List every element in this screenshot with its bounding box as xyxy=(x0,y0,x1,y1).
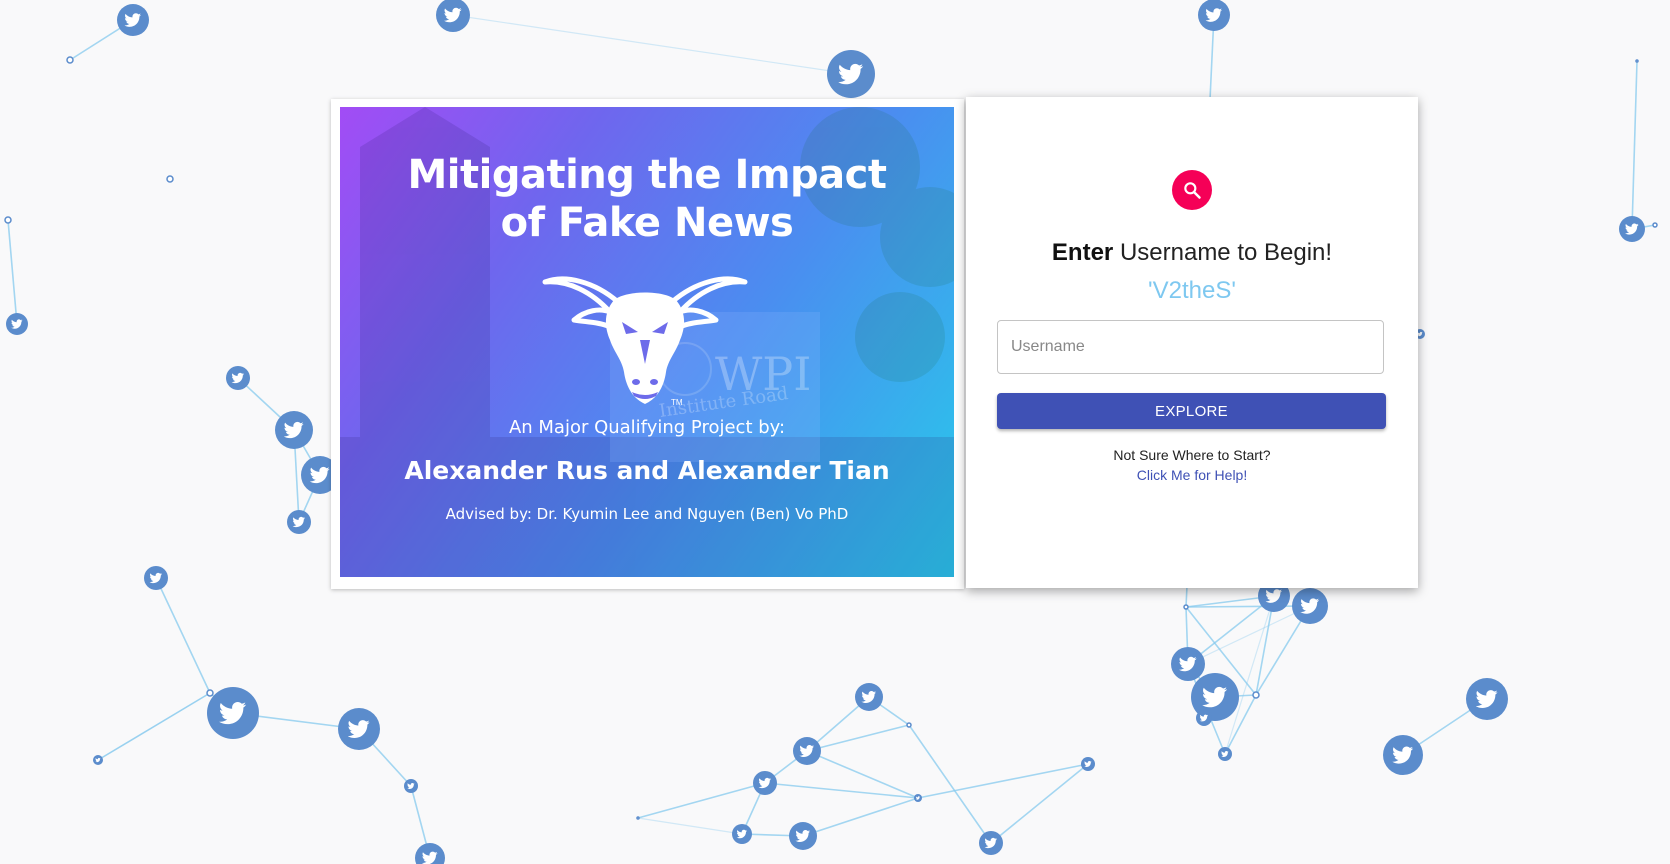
twitter-bird-icon xyxy=(404,779,418,793)
twitter-bird-icon xyxy=(1292,588,1328,624)
network-edge xyxy=(97,692,211,761)
twitter-bird-icon xyxy=(789,822,817,850)
twitter-bird-icon xyxy=(827,50,875,98)
search-icon xyxy=(1184,182,1201,199)
poster-subtitle: An Major Qualifying Project by: xyxy=(508,417,786,438)
twitter-bird-icon xyxy=(117,4,149,36)
twitter-bird-icon xyxy=(93,755,103,765)
suggested-username: 'V2theS' xyxy=(1148,277,1236,304)
project-poster-card: WPI Institute Road Mitigating the Impact… xyxy=(331,99,964,589)
twitter-bird-icon xyxy=(1252,691,1260,699)
network-edge xyxy=(155,577,211,694)
poster-title-line-1: Mitigating the Impact xyxy=(407,152,887,198)
twitter-bird-icon xyxy=(793,737,821,765)
network-edge xyxy=(452,14,852,75)
twitter-bird-icon xyxy=(732,824,752,844)
twitter-bird-icon xyxy=(144,566,168,590)
explore-button[interactable]: EXPLORE xyxy=(997,393,1386,429)
network-edge xyxy=(908,724,992,844)
twitter-bird-icon xyxy=(338,708,380,750)
twitter-bird-icon xyxy=(415,843,445,864)
heading-bold-word: Enter xyxy=(1051,239,1114,266)
twitter-bird-icon xyxy=(914,794,922,802)
network-edge xyxy=(1631,60,1638,230)
twitter-bird-icon xyxy=(275,411,313,449)
twitter-bird-icon xyxy=(1619,216,1645,242)
network-edge xyxy=(1224,595,1275,755)
twitter-bird-icon xyxy=(1198,0,1230,31)
twitter-bird-icon xyxy=(436,0,470,32)
twitter-bird-icon xyxy=(207,687,259,739)
twitter-bird-icon xyxy=(979,831,1003,855)
network-edge xyxy=(637,817,743,835)
search-avatar xyxy=(1172,170,1212,210)
poster-authors: Alexander Rus and Alexander Tian xyxy=(404,456,890,485)
twitter-bird-icon xyxy=(1196,710,1212,726)
goat-logo-icon xyxy=(542,276,748,404)
network-edge xyxy=(806,750,919,799)
network-edge xyxy=(990,763,1089,844)
twitter-bird-icon xyxy=(1466,678,1508,720)
twitter-bird-icon xyxy=(906,722,912,728)
login-card: Enter Username to Begin! 'V2theS' EXPLOR… xyxy=(966,97,1418,588)
network-edge xyxy=(764,782,919,799)
network-edge xyxy=(637,782,766,819)
twitter-bird-icon xyxy=(1081,757,1095,771)
twitter-bird-icon xyxy=(226,366,250,390)
twitter-bird-icon xyxy=(1652,222,1658,228)
trademark-mark: TM xyxy=(671,398,683,407)
network-edge xyxy=(917,763,1089,799)
twitter-bird-icon xyxy=(166,175,174,183)
network-edge xyxy=(802,797,919,837)
twitter-bird-icon xyxy=(1183,604,1189,610)
login-heading: Enter Username to Begin! xyxy=(966,239,1418,267)
twitter-bird-icon xyxy=(1218,747,1232,761)
twitter-bird-icon xyxy=(1383,735,1423,775)
help-question: Not Sure Where to Start? xyxy=(1113,447,1271,463)
network-edge xyxy=(1185,605,1311,608)
network-edge xyxy=(7,219,18,325)
heading-rest: Username to Begin! xyxy=(1113,239,1333,266)
twitter-bird-icon xyxy=(206,689,214,697)
help-link[interactable]: Click Me for Help! xyxy=(966,467,1418,483)
poster-title-line-2: of Fake News xyxy=(500,200,794,246)
twitter-bird-icon xyxy=(66,56,74,64)
poster-title: Mitigating the Impact of Fake News xyxy=(340,151,954,247)
project-poster: WPI Institute Road Mitigating the Impact… xyxy=(340,107,954,577)
twitter-bird-icon xyxy=(1171,647,1205,681)
twitter-bird-icon xyxy=(287,510,311,534)
twitter-bird-icon xyxy=(4,216,12,224)
twitter-bird-icon xyxy=(6,313,28,335)
twitter-bird-icon xyxy=(855,683,883,711)
twitter-bird-icon xyxy=(636,816,640,820)
twitter-bird-icon xyxy=(1635,59,1639,63)
twitter-bird-icon xyxy=(753,771,777,795)
username-input[interactable] xyxy=(997,320,1384,374)
poster-advisors: Advised by: Dr. Kyumin Lee and Nguyen (B… xyxy=(445,505,849,523)
